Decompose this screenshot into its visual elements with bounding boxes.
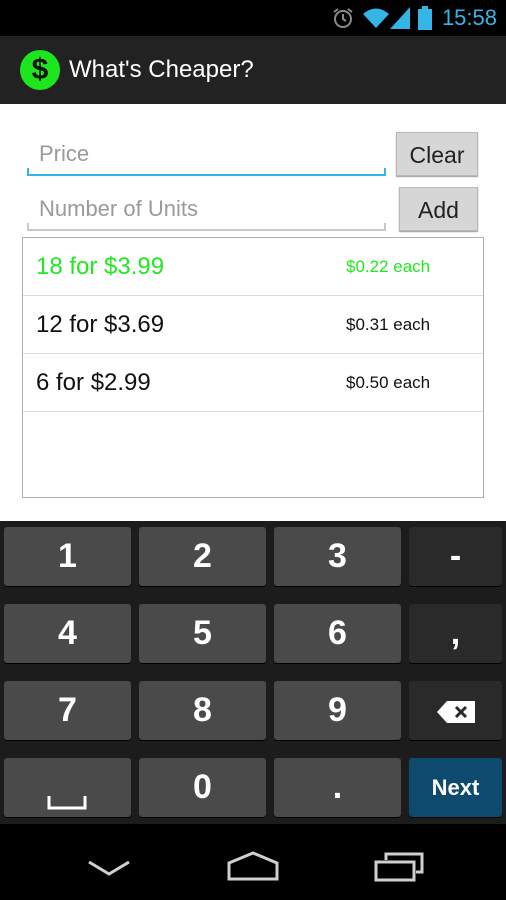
clear-button[interactable]: Clear [396,132,478,176]
backspace-icon [436,701,475,724]
key-9[interactable]: 9 [274,681,401,740]
key-7[interactable]: 7 [4,681,131,740]
units-input[interactable] [39,193,369,225]
alarm-icon [333,8,353,28]
key-dot[interactable]: . [274,758,401,817]
action-bar: $ What's Cheaper? [0,36,506,104]
add-button[interactable]: Add [399,187,478,231]
key-backspace[interactable] [409,681,502,740]
app-logo-dollar-icon: $ [20,50,60,90]
back-icon[interactable] [87,858,131,886]
list-item-unit-price: $0.22 each [346,257,431,276]
wifi-icon [362,8,389,28]
app-title: What's Cheaper? [69,56,254,83]
navigation-bar [0,824,506,900]
units-field [27,187,386,231]
space-icon [47,796,87,810]
list-item[interactable]: 12 for $3.69 $0.31 each [23,296,483,354]
key-8[interactable]: 8 [139,681,266,740]
price-field [27,132,386,176]
key-6[interactable]: 6 [274,604,401,663]
key-3[interactable]: 3 [274,527,401,586]
home-icon[interactable] [226,851,280,881]
recent-apps-icon[interactable] [374,852,424,882]
battery-icon [417,6,432,30]
key-minus[interactable]: - [409,527,502,586]
status-clock: 15:58 [441,5,497,30]
signal-icon [389,7,410,29]
list-item[interactable]: 6 for $2.99 $0.50 each [23,354,483,412]
list-item-unit-price: $0.50 each [346,373,431,392]
key-1[interactable]: 1 [4,527,131,586]
key-4[interactable]: 4 [4,604,131,663]
list-item-unit-price: $0.31 each [346,315,431,334]
status-icons: 15:58 [324,0,506,36]
price-list[interactable]: 18 for $3.99 $0.22 each 12 for $3.69 $0.… [22,237,484,498]
list-item[interactable]: 18 for $3.99 $0.22 each [23,238,483,296]
status-bar: 15:58 [0,0,506,36]
price-input[interactable] [39,138,369,170]
main-content: Clear Add 18 for $3.99 $0.22 each 12 for… [0,104,506,521]
next-key[interactable]: Next [409,758,502,817]
list-item-quantity-price: 18 for $3.99 [36,253,165,280]
list-item-quantity-price: 6 for $2.99 [36,369,151,396]
numeric-keyboard: 1 2 3 - 4 5 6 , 7 8 9 0 . Next [0,521,506,824]
list-item-quantity-price: 12 for $3.69 [36,311,165,338]
key-5[interactable]: 5 [139,604,266,663]
key-2[interactable]: 2 [139,527,266,586]
key-comma[interactable]: , [409,604,502,663]
key-space[interactable] [4,758,131,817]
key-0[interactable]: 0 [139,758,266,817]
